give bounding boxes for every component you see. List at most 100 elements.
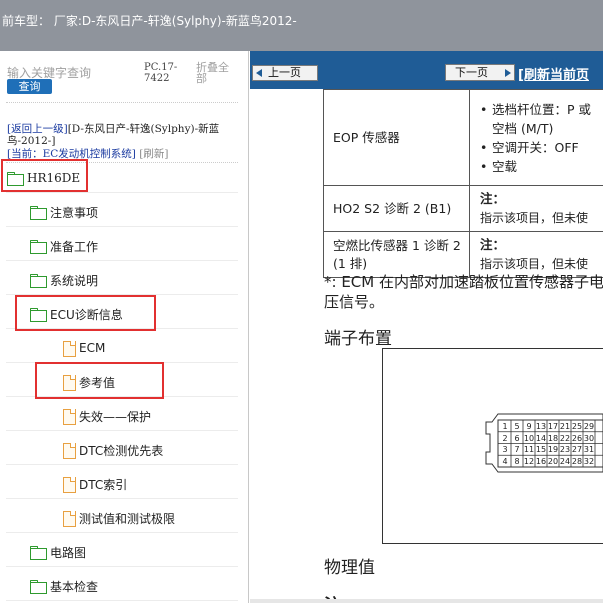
row-divider xyxy=(6,430,238,431)
svg-text:28: 28 xyxy=(572,457,582,466)
folder-icon xyxy=(30,546,47,560)
tree-item-precautions[interactable]: 注意事项 xyxy=(30,202,98,222)
folder-icon xyxy=(30,580,47,594)
condition-list: 选档杆位置：P 或 空档 (M/T) 空调开关：OFF 空载 xyxy=(480,100,603,176)
note-label: 注： xyxy=(480,191,506,206)
document-icon xyxy=(63,510,76,527)
condition-item: 空调开关：OFF xyxy=(480,138,603,157)
highlight-box xyxy=(15,295,156,331)
svg-text:14: 14 xyxy=(536,434,546,443)
svg-text:5: 5 xyxy=(514,422,519,431)
tree-item-dtc-index[interactable]: DTC索引 xyxy=(63,474,127,494)
svg-text:22: 22 xyxy=(560,434,570,443)
row-divider xyxy=(6,226,238,227)
condition-cell: 注： 指示该项目，但未使 xyxy=(469,231,603,278)
row-divider xyxy=(6,260,238,261)
prev-page-label: 上一页 xyxy=(268,66,301,79)
svg-text:7: 7 xyxy=(514,445,519,454)
next-page-button[interactable]: 下一页 xyxy=(445,64,515,81)
row-divider xyxy=(6,566,238,567)
condition-cell: 注： 指示该项目，但未使 xyxy=(469,185,603,232)
back-link[interactable]: [返回上一级] xyxy=(7,123,68,135)
condition-item: 空档 (M/T) xyxy=(492,120,554,136)
svg-text:18: 18 xyxy=(548,434,558,443)
document-icon xyxy=(63,476,76,493)
sidebar: 输入关键字查询 查询 PC.17-7422 折叠全部 [返回上一级][D-东风日… xyxy=(0,51,249,603)
svg-text:25: 25 xyxy=(572,422,582,431)
condition-item: 选档杆位置：P 或 xyxy=(480,100,603,119)
title-bar: 前车型： 厂家:D-东风日产-轩逸(Sylphy)-新蓝鸟2012- xyxy=(0,0,603,51)
condition-cell: 选档杆位置：P 或 空档 (M/T) 空调开关：OFF 空载 xyxy=(469,89,603,186)
svg-text:1: 1 xyxy=(502,422,507,431)
pc-code: PC.17-7422 xyxy=(144,62,178,84)
tree-item-wiring-diagram[interactable]: 电路图 xyxy=(30,542,86,562)
svg-text:6: 6 xyxy=(514,434,519,443)
svg-text:27: 27 xyxy=(572,445,582,454)
svg-text:10: 10 xyxy=(524,434,534,443)
tree-item-label: 基本检查 xyxy=(50,579,99,594)
footnote: *: ECM 在内部对加速踏板位置传感器子电压信号。 xyxy=(324,273,603,311)
svg-text:8: 8 xyxy=(514,457,519,466)
tree-item-label: 注意事项 xyxy=(50,205,99,220)
note-label: 注： xyxy=(480,237,506,252)
tree-item-label: 测试值和测试极限 xyxy=(79,511,176,526)
tree-item-basic-inspection[interactable]: 基本检查 xyxy=(30,576,98,596)
table-row: EOP 传感器 选档杆位置：P 或 空档 (M/T) 空调开关：OFF 空载 xyxy=(323,89,603,186)
reference-value-table: EOP 传感器 选档杆位置：P 或 空档 (M/T) 空调开关：OFF 空载 H… xyxy=(323,89,603,278)
svg-text:15: 15 xyxy=(536,445,546,454)
arrow-left-icon xyxy=(256,69,262,77)
svg-text:29: 29 xyxy=(584,422,594,431)
physical-value-heading: 物理值 xyxy=(324,558,375,578)
svg-text:24: 24 xyxy=(560,457,570,466)
tree-item-label: DTC检测优先表 xyxy=(79,443,164,458)
item-cell: EOP 传感器 xyxy=(323,89,470,186)
svg-text:26: 26 xyxy=(572,434,582,443)
highlight-box xyxy=(35,362,164,399)
tree-item-label: DTC索引 xyxy=(79,477,128,492)
tree-item-label: ECM xyxy=(79,341,106,355)
prev-page-button[interactable]: 上一页 xyxy=(252,65,318,81)
table-row: 空燃比传感器 1 诊断 2 (1 排) 注： 指示该项目，但未使 xyxy=(323,231,603,278)
tree-item-label: 电路图 xyxy=(50,545,87,560)
refresh-link[interactable]: [刷新] xyxy=(139,148,168,160)
collapse-all-button[interactable]: 折叠全部 xyxy=(196,62,236,84)
row-divider xyxy=(6,464,238,465)
document-icon xyxy=(63,408,76,425)
svg-text:30: 30 xyxy=(584,434,594,443)
tree-item-dtc-priority[interactable]: DTC检测优先表 xyxy=(63,440,163,460)
search-button[interactable]: 查询 xyxy=(7,79,52,94)
row-divider xyxy=(6,600,238,601)
item-cell: 空燃比传感器 1 诊断 2 (1 排) xyxy=(323,231,470,278)
highlight-box xyxy=(1,159,88,192)
svg-text:3: 3 xyxy=(502,445,507,454)
tree-item-preparation[interactable]: 准备工作 xyxy=(30,236,98,256)
svg-text:9: 9 xyxy=(526,422,531,431)
terminal-heading: 端子布置 xyxy=(324,329,392,349)
svg-text:4: 4 xyxy=(502,457,507,466)
tree-item-ecm[interactable]: ECM xyxy=(63,338,105,358)
vehicle-model-title: 前车型： 厂家:D-东风日产-轩逸(Sylphy)-新蓝鸟2012- xyxy=(2,14,297,28)
document-icon xyxy=(63,340,76,357)
tree-item-system-description[interactable]: 系统说明 xyxy=(30,270,98,290)
note-text: 指示该项目，但未使 xyxy=(480,211,589,225)
row-divider xyxy=(6,532,238,533)
separator xyxy=(6,102,238,103)
svg-text:16: 16 xyxy=(536,457,546,466)
breadcrumb: [返回上一级][D-东风日产-轩逸(Sylphy)-新蓝鸟-2012-] [当前… xyxy=(7,123,243,160)
svg-text:32: 32 xyxy=(584,457,594,466)
refresh-page-link[interactable]: [刷新当前页 xyxy=(518,64,589,83)
document-icon xyxy=(63,442,76,459)
folder-icon xyxy=(30,274,47,288)
svg-text:21: 21 xyxy=(560,422,570,431)
folder-icon xyxy=(30,206,47,220)
page-toolbar: 上一页 下一页 [刷新当前页 xyxy=(250,51,603,89)
row-divider xyxy=(6,498,238,499)
svg-text:13: 13 xyxy=(536,422,546,431)
table-row: HO2 S2 诊断 2 (B1) 注： 指示该项目，但未使 xyxy=(323,185,603,232)
tree-item-test-values[interactable]: 测试值和测试极限 xyxy=(63,508,175,528)
tree-item-label: 失效——保护 xyxy=(79,409,152,424)
svg-text:23: 23 xyxy=(560,445,570,454)
tree-item-fail-safe[interactable]: 失效——保护 xyxy=(63,406,151,426)
horizontal-scrollbar[interactable] xyxy=(250,599,603,603)
svg-text:12: 12 xyxy=(524,457,534,466)
